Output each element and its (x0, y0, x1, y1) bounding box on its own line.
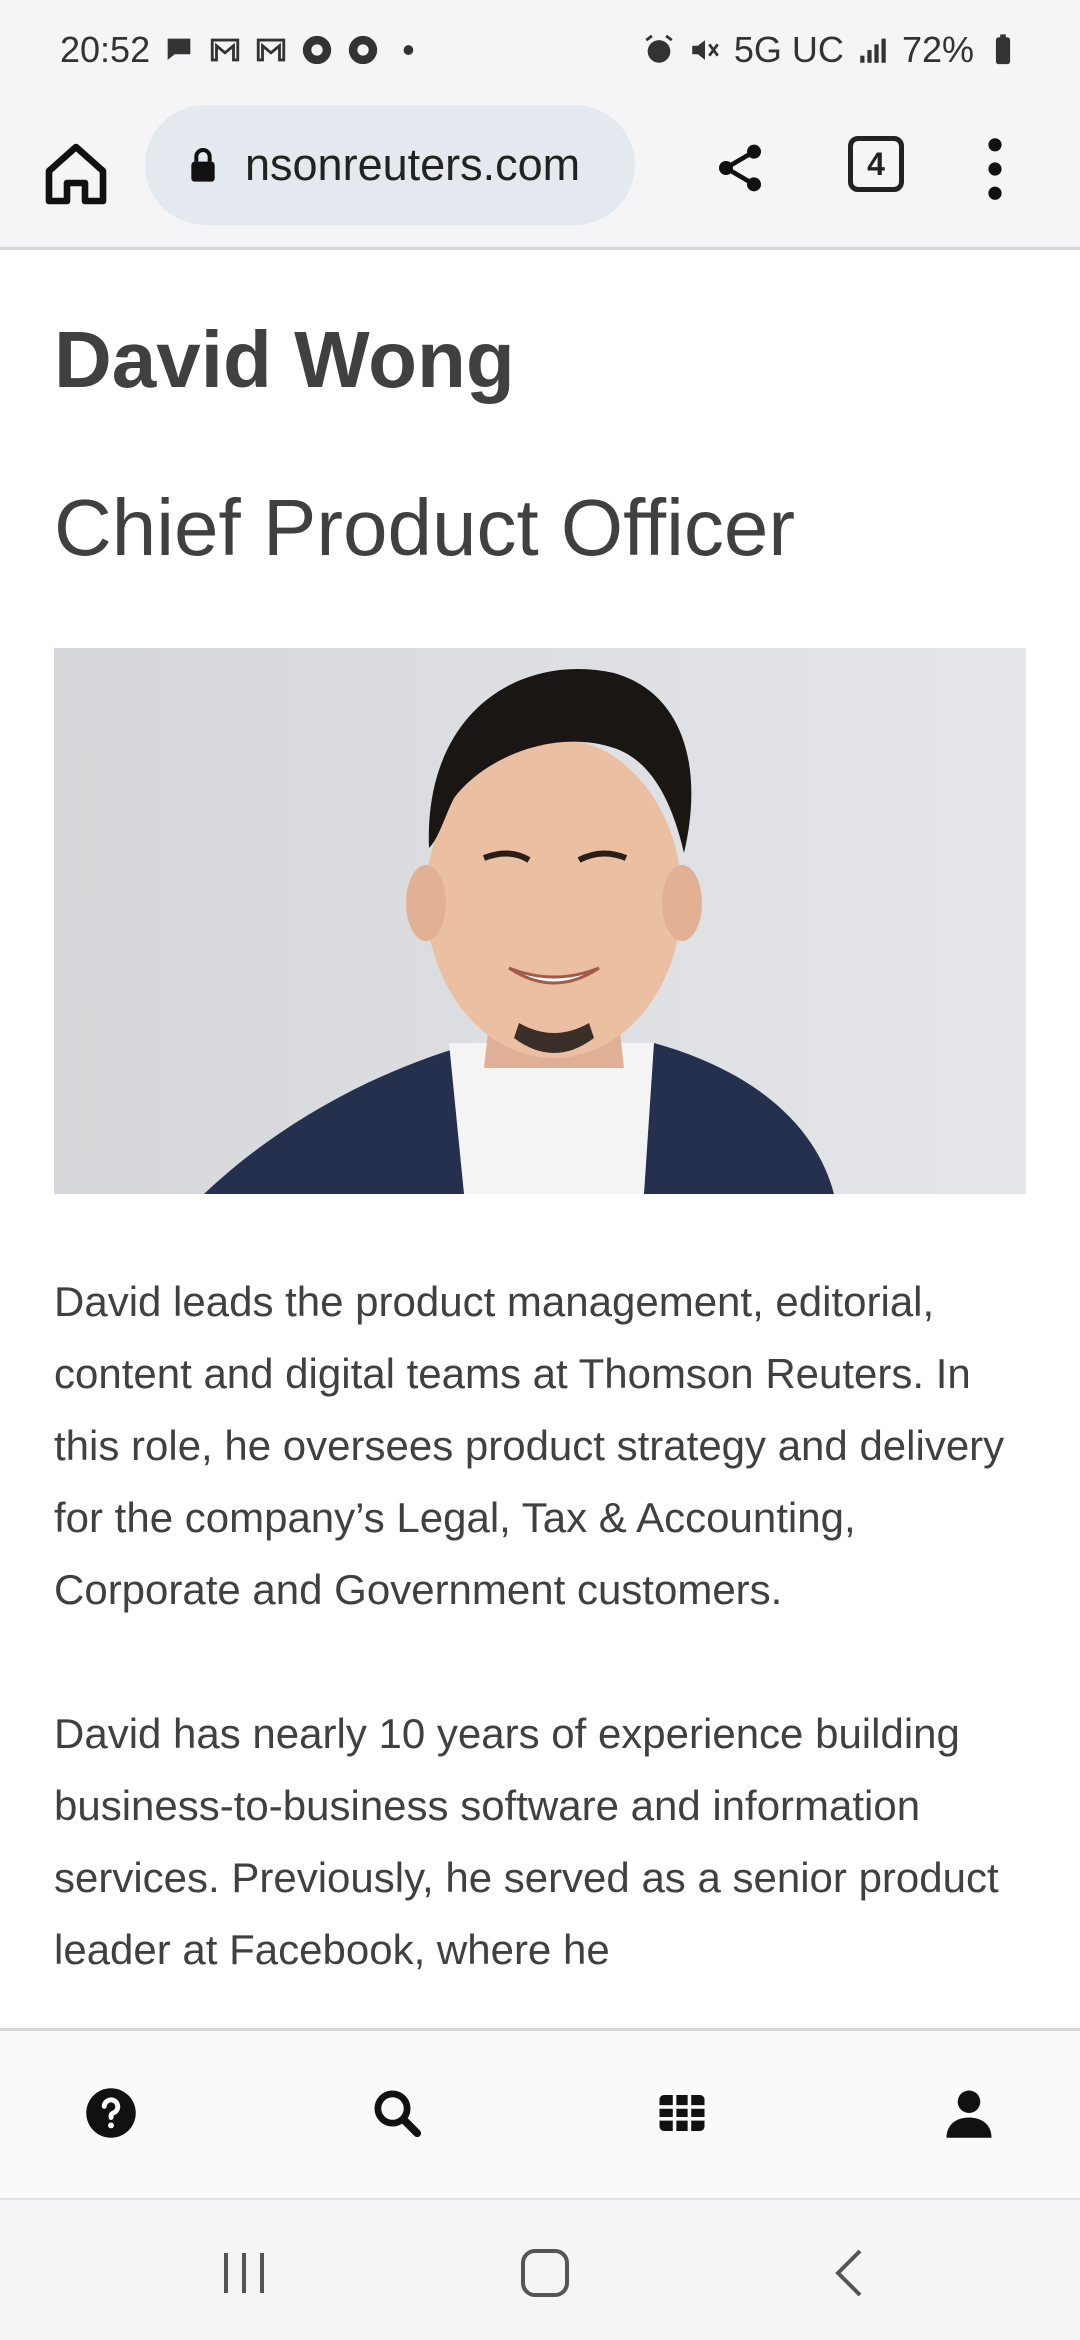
signal-icon (856, 33, 890, 67)
bio-paragraph: David leads the product management, edit… (54, 1278, 1005, 1613)
more-notifications-dot: • (402, 29, 415, 70)
bio-paragraph: David has nearly 10 years of experience … (54, 1710, 999, 1973)
url-text: nsonreuters.com (245, 139, 581, 190)
status-bar: 20:52 • 5G UC 72% (0, 0, 1080, 100)
system-navigation-bar (0, 2198, 1080, 2340)
chrome-icon (346, 33, 380, 67)
battery-icon (986, 33, 1020, 67)
search-button[interactable] (370, 2086, 424, 2140)
portrait-image (54, 648, 1026, 1194)
tab-switcher-button[interactable]: 4 (848, 136, 904, 192)
lock-icon (191, 148, 215, 182)
profile-photo (54, 648, 1026, 1194)
overflow-menu-button[interactable] (980, 136, 1010, 202)
bottom-navigation (0, 2028, 1080, 2198)
mute-icon (688, 33, 722, 67)
browser-toolbar: nsonreuters.com 4 (0, 100, 1080, 250)
search-icon (374, 2090, 422, 2138)
account-icon (946, 2090, 992, 2138)
chat-bubble-icon (162, 33, 196, 67)
back-button[interactable] (820, 2245, 880, 2301)
apps-button[interactable] (655, 2086, 709, 2140)
share-icon (719, 144, 761, 192)
page-content[interactable]: David Wong Chief Product Officer David l… (54, 250, 1026, 2028)
home-button[interactable] (40, 138, 112, 210)
recents-icon (224, 2253, 264, 2293)
home-nav-button[interactable] (515, 2245, 575, 2301)
address-bar[interactable]: nsonreuters.com (145, 105, 635, 225)
gmail-icon (254, 33, 288, 67)
network-type: 5G UC (733, 29, 844, 70)
battery-percent: 72% (901, 29, 974, 70)
alarm-icon (642, 33, 676, 67)
share-button[interactable] (712, 140, 768, 196)
job-title: Chief Product Officer (54, 483, 796, 572)
status-left: 20:52 • (60, 29, 415, 71)
clock: 20:52 (60, 29, 151, 70)
home-icon (45, 143, 107, 205)
person-name: David Wong (54, 315, 515, 404)
gmail-icon (208, 33, 242, 67)
back-chevron-icon (835, 2249, 862, 2297)
help-button[interactable] (84, 2086, 138, 2140)
bio: David leads the product management, edit… (54, 1266, 1026, 1986)
chrome-icon (300, 33, 334, 67)
grid-icon (659, 2095, 705, 2131)
help-icon (86, 2088, 136, 2138)
more-vert-icon (988, 138, 1002, 200)
home-square-icon (521, 2249, 569, 2297)
recent-apps-button[interactable] (214, 2245, 274, 2301)
status-right: 5G UC 72% (642, 29, 1020, 71)
account-button[interactable] (942, 2086, 996, 2140)
